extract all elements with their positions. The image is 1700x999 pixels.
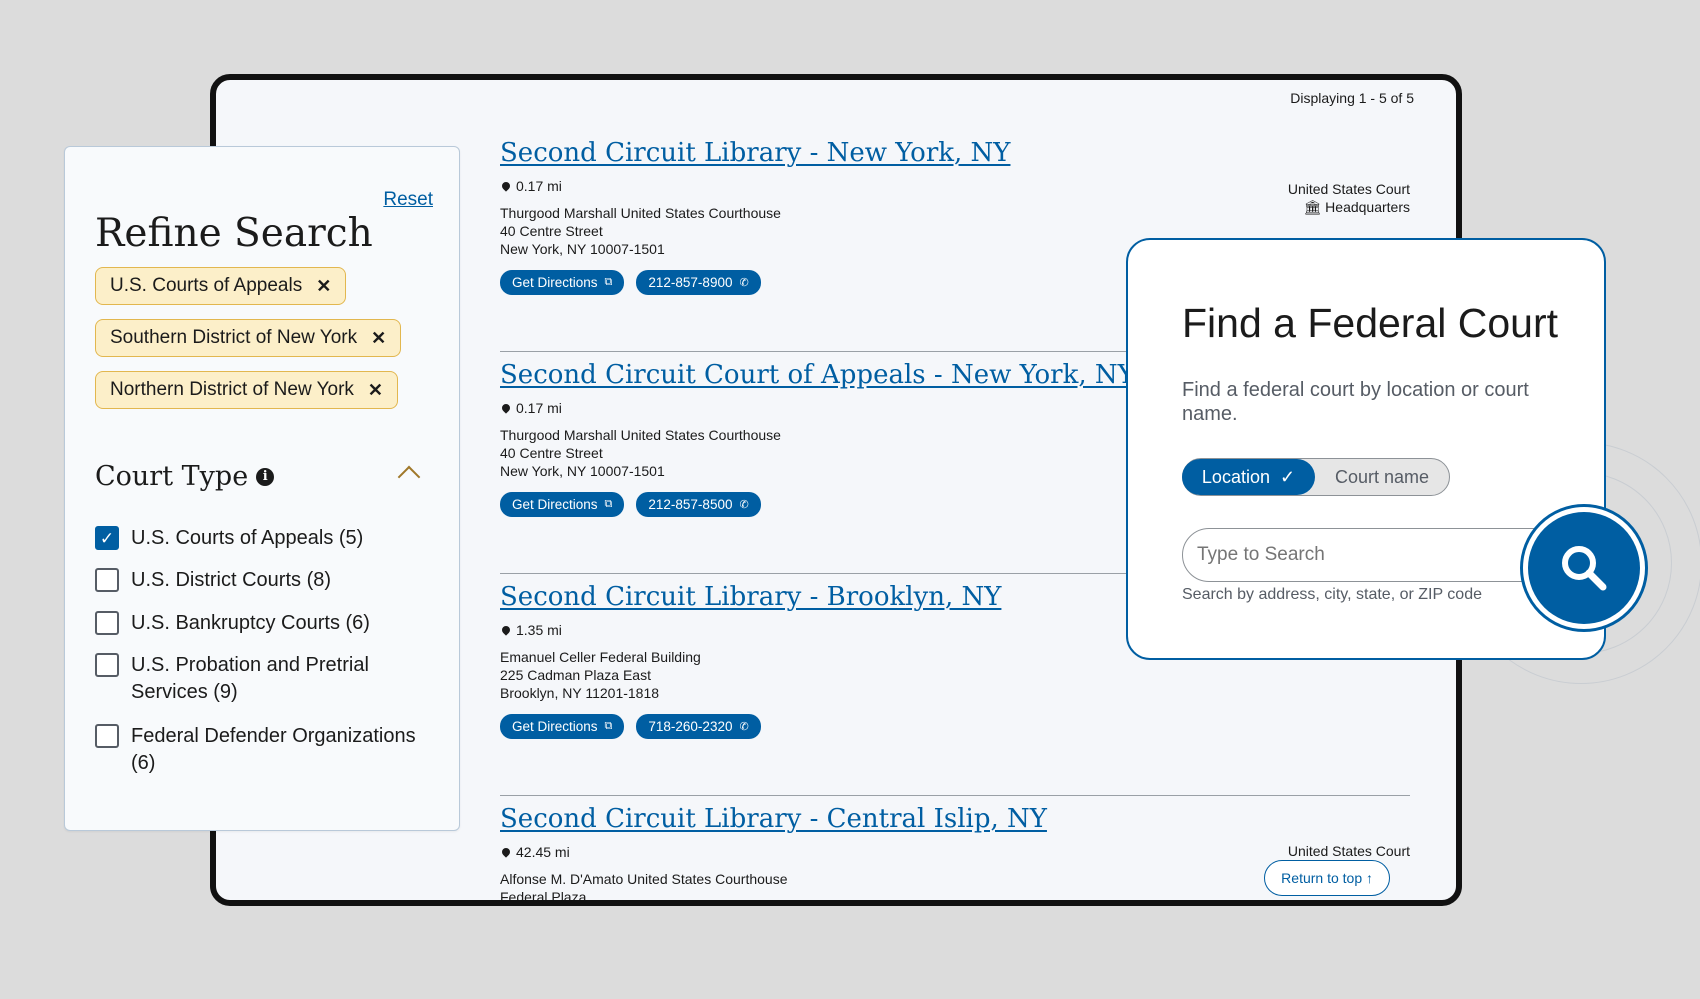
phone-icon: ✆ xyxy=(739,499,749,511)
close-icon[interactable]: ✕ xyxy=(371,328,386,349)
court-type-option[interactable]: U.S. Probation and Pretrial Services (9) xyxy=(95,652,425,706)
results-count: Displaying 1 - 5 of 5 xyxy=(1290,90,1414,106)
chevron-up-icon[interactable] xyxy=(397,465,421,489)
checkbox[interactable] xyxy=(95,653,119,677)
search-mode-toggle[interactable]: Location ✓ Court name xyxy=(1182,458,1450,496)
court-type-option[interactable]: U.S. District Courts (8) xyxy=(95,567,425,594)
reset-link[interactable]: Reset xyxy=(383,189,433,211)
court-type-option[interactable]: ✓ U.S. Courts of Appeals (5) xyxy=(95,525,425,552)
close-icon[interactable]: ✕ xyxy=(316,276,331,297)
search-button[interactable] xyxy=(1528,512,1640,624)
external-link-icon: ⧉ xyxy=(604,276,613,288)
info-icon[interactable]: i xyxy=(256,467,275,486)
get-directions-button[interactable]: Get Directions ⧉ xyxy=(500,714,625,739)
search-input[interactable] xyxy=(1182,528,1562,582)
filter-chip[interactable]: Southern District of New York ✕ xyxy=(95,319,402,357)
search-icon xyxy=(1562,546,1607,591)
checkbox[interactable] xyxy=(95,568,119,592)
court-type-heading: Court Type i xyxy=(95,461,275,492)
result-distance: 42.45 mi xyxy=(500,844,1410,860)
close-icon[interactable]: ✕ xyxy=(368,380,383,401)
refine-search-panel: Reset Refine Search U.S. Courts of Appea… xyxy=(64,146,460,831)
result-title-link[interactable]: Second Circuit Library - Brooklyn, NY xyxy=(500,582,1001,612)
court-type-option[interactable]: U.S. Bankruptcy Courts (6) xyxy=(95,610,425,637)
return-to-top-button[interactable]: Return to top ↑ xyxy=(1264,860,1390,896)
checkmark-icon: ✓ xyxy=(1279,466,1296,487)
checkbox[interactable] xyxy=(95,611,119,635)
phone-icon: ✆ xyxy=(739,277,749,289)
external-link-icon: ⧉ xyxy=(604,720,613,732)
checkbox-checked[interactable]: ✓ xyxy=(95,526,119,550)
toggle-location[interactable]: Location ✓ xyxy=(1182,459,1315,495)
result-title-link[interactable]: Second Circuit Library - Central Islip, … xyxy=(500,804,1047,834)
court-type-label: United States Court 🏛 Headquarters xyxy=(1287,181,1410,215)
filter-chip[interactable]: U.S. Courts of Appeals ✕ xyxy=(95,267,347,305)
arrow-up-icon: ↑ xyxy=(1366,870,1373,886)
court-type-label: United States Court xyxy=(1287,843,1410,859)
get-directions-button[interactable]: Get Directions ⧉ xyxy=(500,270,625,295)
result-title-link[interactable]: Second Circuit Library - New York, NY xyxy=(500,138,1010,168)
court-type-option[interactable]: Federal Defender Organizations (6) xyxy=(95,723,425,777)
checkbox[interactable] xyxy=(95,724,119,748)
location-pin-icon xyxy=(500,180,512,192)
toggle-court-name[interactable]: Court name xyxy=(1315,467,1449,488)
building-icon: 🏛 xyxy=(1303,199,1322,215)
find-court-title: Find a Federal Court xyxy=(1182,300,1559,346)
search-hint: Search by address, city, state, or ZIP c… xyxy=(1182,586,1482,603)
find-court-subtitle: Find a federal court by location or cour… xyxy=(1182,379,1529,425)
location-pin-icon xyxy=(500,846,512,858)
result-distance: 0.17 mi xyxy=(500,178,1410,194)
phone-button[interactable]: 212-857-8500 ✆ xyxy=(636,492,761,517)
location-pin-icon xyxy=(500,624,512,636)
phone-icon: ✆ xyxy=(739,721,749,733)
refine-search-title: Refine Search xyxy=(95,211,373,256)
get-directions-button[interactable]: Get Directions ⧉ xyxy=(500,492,625,517)
filter-chip[interactable]: Northern District of New York ✕ xyxy=(95,371,399,409)
phone-button[interactable]: 718-260-2320 ✆ xyxy=(636,714,761,739)
phone-button[interactable]: 212-857-8900 ✆ xyxy=(636,270,761,295)
external-link-icon: ⧉ xyxy=(604,498,613,510)
location-pin-icon xyxy=(500,402,512,414)
result-title-link[interactable]: Second Circuit Court of Appeals - New Yo… xyxy=(500,360,1135,390)
